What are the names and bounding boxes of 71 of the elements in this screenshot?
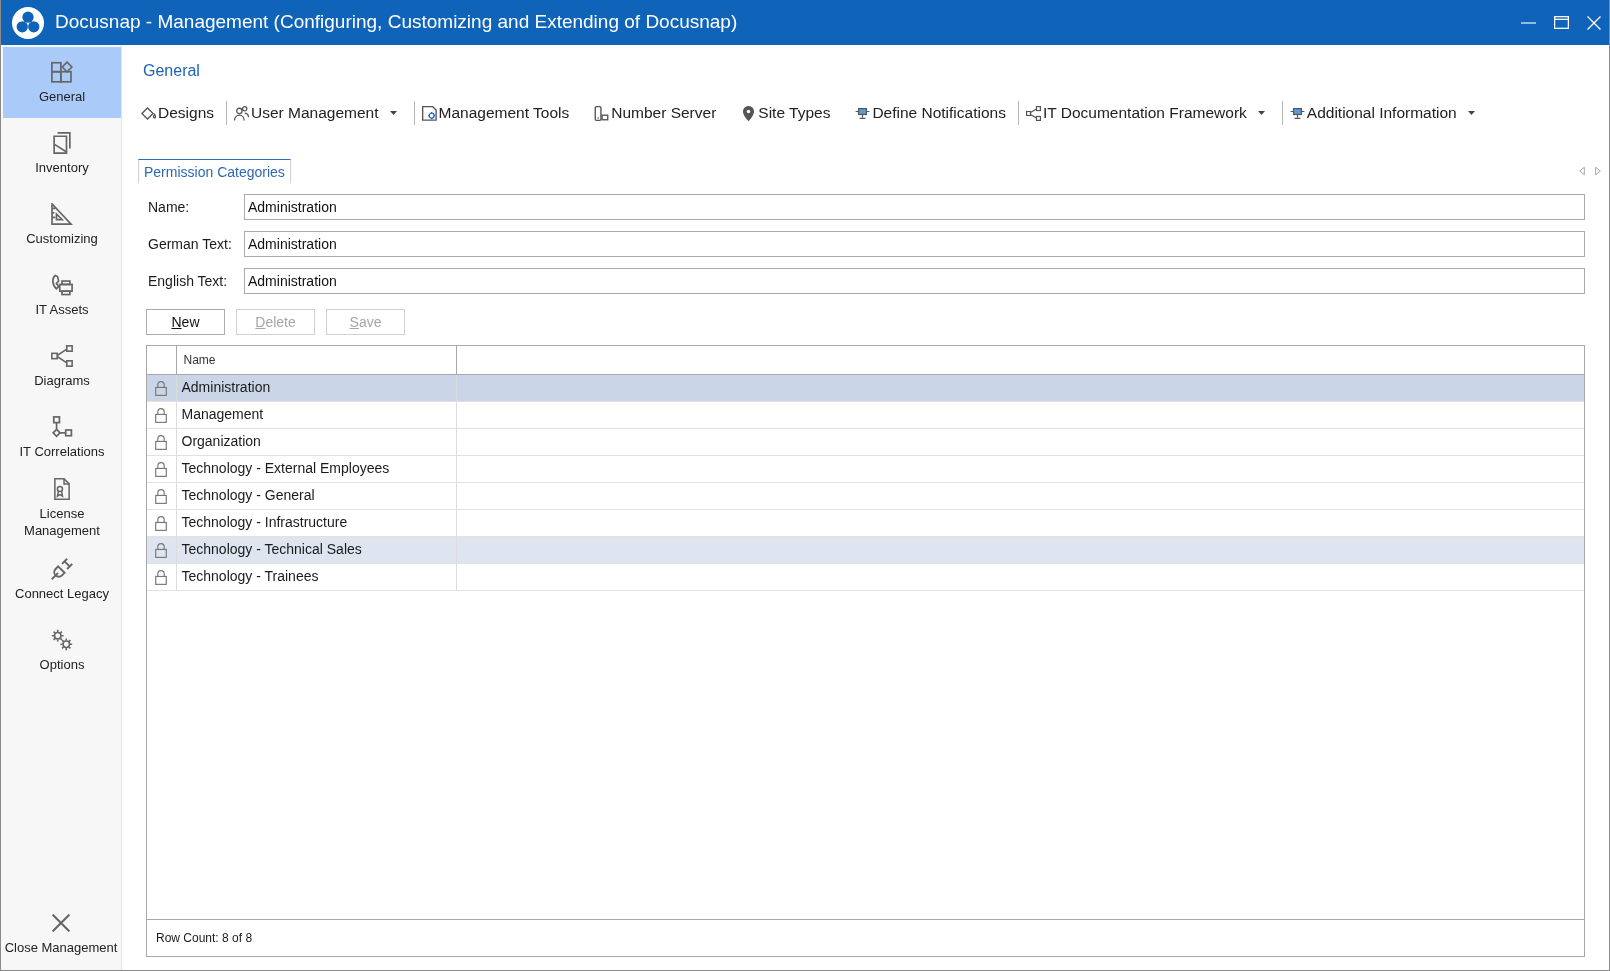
table-cell: Technology - General xyxy=(176,482,456,509)
table-row[interactable]: Technology - External Employees xyxy=(147,455,1584,482)
scroll-left-icon[interactable] xyxy=(1579,166,1585,176)
table-cell: Technology - Infrastructure xyxy=(176,509,456,536)
document-gear-icon xyxy=(421,105,437,121)
close-icon[interactable] xyxy=(1587,15,1601,30)
certificate-icon xyxy=(51,478,73,500)
table-row[interactable]: Technology - Infrastructure xyxy=(147,509,1584,536)
sidebar-item[interactable]: Diagrams xyxy=(3,331,121,402)
toolbar-button[interactable]: Additional Information xyxy=(1286,102,1483,124)
grid-shapes-icon xyxy=(51,60,73,83)
share-nodes-icon xyxy=(1025,105,1041,121)
sidebar-item[interactable]: Connect Legacy xyxy=(3,544,121,615)
sidebar-item[interactable]: Options xyxy=(3,615,121,686)
input-field[interactable]: Administration xyxy=(244,194,1585,220)
minimize-icon[interactable] xyxy=(1521,21,1536,24)
flow-nodes-icon xyxy=(51,415,73,438)
toolbar-button[interactable]: IT Documentation Framework xyxy=(1022,102,1273,124)
sidebar-item[interactable]: General xyxy=(3,47,121,118)
caret-icon xyxy=(1257,111,1265,115)
sidebar-item[interactable]: IT Assets xyxy=(3,260,121,331)
scroll-right-icon[interactable] xyxy=(1595,166,1601,176)
field-label: English Text: xyxy=(148,271,229,291)
caret-icon xyxy=(1467,111,1475,115)
input-field[interactable]: Administration xyxy=(244,231,1585,257)
sidebar-item[interactable]: IT Correlations xyxy=(3,402,121,473)
device-icon xyxy=(594,105,610,121)
sidebar-item[interactable]: Inventory xyxy=(3,118,121,189)
share-nodes-icon xyxy=(51,344,73,367)
logo-icon xyxy=(12,6,44,39)
field-label: German Text: xyxy=(148,234,233,254)
table-row[interactable]: Organization xyxy=(147,428,1584,455)
maximize-icon[interactable] xyxy=(1554,16,1569,29)
table-cell: Technology - Technical Sales xyxy=(176,536,456,563)
toolbar-button[interactable]: Designs xyxy=(138,102,217,124)
table-cell: Administration xyxy=(176,374,456,401)
section-title: General xyxy=(143,61,200,81)
input-field[interactable]: Administration xyxy=(244,268,1585,294)
phone-printer-icon xyxy=(51,273,73,296)
table-cell: Organization xyxy=(176,428,456,455)
monitor-network-icon xyxy=(855,105,871,121)
action-button[interactable]: New xyxy=(146,309,225,335)
users-icon xyxy=(234,105,249,121)
document-stack-icon xyxy=(51,131,73,154)
toolbar-button[interactable]: User Management xyxy=(231,102,405,124)
toolbar-button[interactable]: Number Server xyxy=(591,102,720,124)
location-pin-icon xyxy=(741,105,757,121)
toolbar-button[interactable]: Define Notifications xyxy=(852,102,1009,124)
sidebar-item[interactable]: Close Management xyxy=(1,914,121,956)
window-title: Docusnap - Management (Configuring, Customizing and Extending of Docusnap) xyxy=(55,10,738,35)
column-header[interactable]: Name xyxy=(176,346,456,374)
ruler-triangle-icon xyxy=(51,202,73,225)
sidebar-item[interactable]: License Management xyxy=(3,473,121,544)
table-row[interactable]: Management xyxy=(147,401,1584,428)
toolbar-button[interactable]: Site Types xyxy=(738,102,834,124)
toolbar-button[interactable]: Management Tools xyxy=(418,102,573,124)
paint-bucket-icon xyxy=(141,105,156,121)
table-row[interactable]: Technology - Trainees xyxy=(147,563,1584,590)
row-count-text: Row Count: 8 of 8 xyxy=(156,930,253,947)
table-row[interactable]: Technology - General xyxy=(147,482,1584,509)
plug-icon xyxy=(51,557,73,580)
tab[interactable]: Permission Categories xyxy=(138,159,291,183)
caret-icon xyxy=(389,111,397,115)
gears-icon xyxy=(51,628,73,651)
table-cell: Technology - External Employees xyxy=(176,455,456,482)
field-label: Name: xyxy=(148,197,191,217)
table-cell: Technology - Trainees xyxy=(176,563,456,590)
sidebar-item[interactable]: Customizing xyxy=(3,189,121,260)
monitor-network-icon xyxy=(1289,105,1305,121)
close-icon xyxy=(52,914,70,932)
table-cell: Management xyxy=(176,401,456,428)
